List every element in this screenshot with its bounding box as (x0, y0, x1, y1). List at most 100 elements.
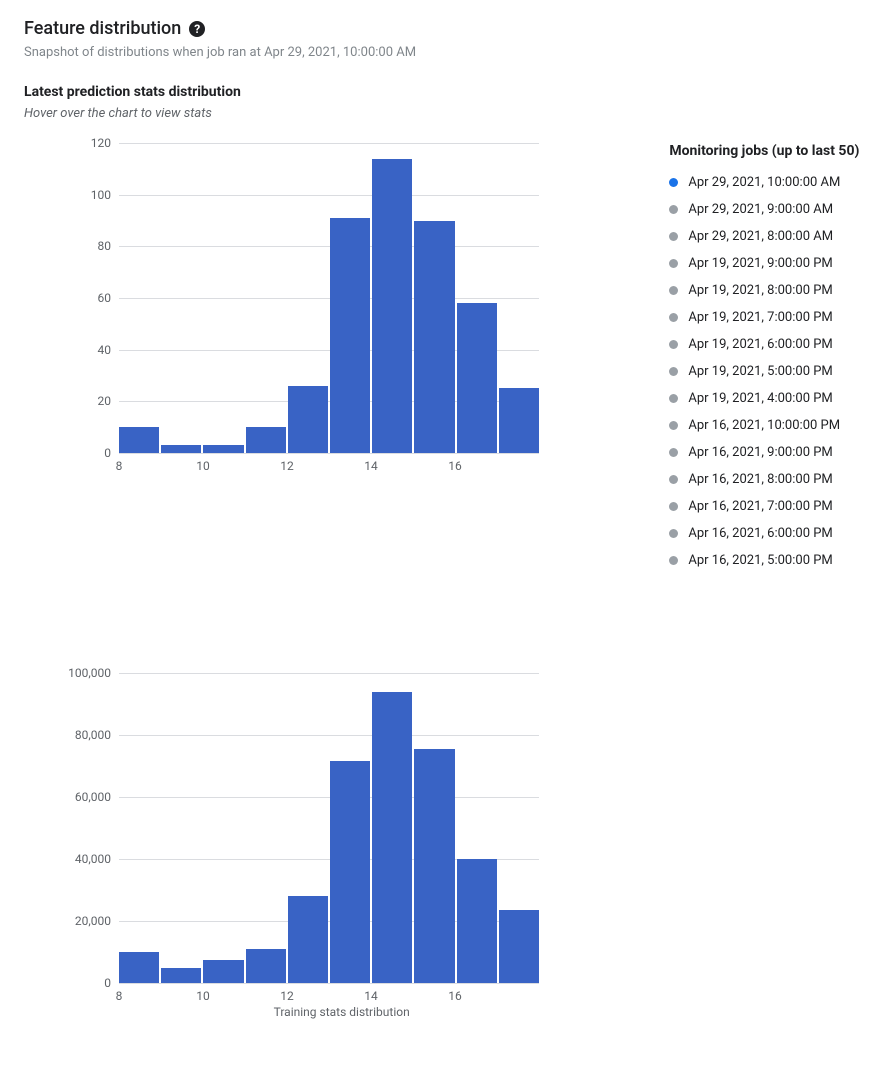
bar[interactable] (372, 159, 412, 454)
monitoring-job-label: Apr 19, 2021, 5:00:00 PM (688, 364, 832, 379)
gridline (119, 983, 539, 984)
x-tick-label: 16 (448, 453, 462, 473)
x-tick-label: 12 (280, 983, 294, 1003)
y-tick-label: 20,000 (75, 914, 119, 928)
bar[interactable] (246, 427, 286, 453)
monitoring-job-item[interactable]: Apr 19, 2021, 8:00:00 PM (669, 277, 872, 304)
training-chart-xlabel: Training stats distribution (119, 1005, 564, 1019)
monitoring-job-label: Apr 16, 2021, 10:00:00 PM (688, 418, 840, 433)
monitoring-job-item[interactable]: Apr 16, 2021, 9:00:00 PM (669, 439, 872, 466)
monitoring-job-label: Apr 29, 2021, 10:00:00 AM (688, 175, 840, 190)
training-stats-chart[interactable]: 020,00040,00060,00080,000100,00081012141… (119, 673, 564, 1019)
y-tick-label: 60 (98, 291, 120, 305)
monitoring-job-item[interactable]: Apr 16, 2021, 5:00:00 PM (669, 547, 872, 574)
monitoring-job-item[interactable]: Apr 16, 2021, 7:00:00 PM (669, 493, 872, 520)
y-tick-label: 100 (91, 188, 119, 202)
job-dot-icon (669, 448, 678, 457)
bars (119, 143, 539, 453)
monitoring-job-label: Apr 19, 2021, 6:00:00 PM (688, 337, 832, 352)
gridline (119, 453, 539, 454)
monitoring-job-label: Apr 16, 2021, 5:00:00 PM (688, 553, 832, 568)
monitoring-job-item[interactable]: Apr 19, 2021, 6:00:00 PM (669, 331, 872, 358)
x-tick-label: 8 (116, 453, 123, 473)
job-dot-icon (669, 529, 678, 538)
bar[interactable] (499, 910, 539, 983)
job-dot-icon (669, 421, 678, 430)
monitoring-jobs-title: Monitoring jobs (up to last 50) (669, 143, 872, 159)
bar[interactable] (288, 896, 328, 983)
bar[interactable] (203, 445, 243, 453)
monitoring-job-label: Apr 19, 2021, 9:00:00 PM (688, 256, 832, 271)
x-tick-label: 14 (364, 453, 378, 473)
bar[interactable] (119, 952, 159, 983)
y-tick-label: 80,000 (75, 728, 119, 742)
job-dot-icon (669, 313, 678, 322)
monitoring-job-label: Apr 19, 2021, 7:00:00 PM (688, 310, 832, 325)
section-title: Latest prediction stats distribution (24, 84, 872, 100)
monitoring-job-item[interactable]: Apr 19, 2021, 7:00:00 PM (669, 304, 872, 331)
section-hint: Hover over the chart to view stats (24, 106, 872, 121)
bar[interactable] (330, 761, 370, 983)
monitoring-job-label: Apr 19, 2021, 4:00:00 PM (688, 391, 832, 406)
bar[interactable] (203, 960, 243, 983)
help-icon[interactable]: ? (189, 21, 205, 37)
y-tick-label: 40,000 (75, 852, 119, 866)
job-dot-icon (669, 475, 678, 484)
page-subtitle: Snapshot of distributions when job ran a… (24, 45, 872, 60)
monitoring-job-label: Apr 19, 2021, 8:00:00 PM (688, 283, 832, 298)
x-tick-label: 10 (196, 453, 210, 473)
bar[interactable] (288, 386, 328, 453)
prediction-stats-chart[interactable]: 020406080100120810121416 (119, 143, 564, 453)
y-tick-label: 80 (98, 239, 120, 253)
bar[interactable] (246, 949, 286, 983)
job-dot-icon (669, 367, 678, 376)
monitoring-job-item[interactable]: Apr 16, 2021, 6:00:00 PM (669, 520, 872, 547)
x-tick-label: 16 (448, 983, 462, 1003)
job-dot-icon (669, 259, 678, 268)
bar[interactable] (414, 749, 454, 983)
x-tick-label: 10 (196, 983, 210, 1003)
monitoring-jobs-list: Apr 29, 2021, 10:00:00 AM Apr 29, 2021, 9… (669, 169, 872, 574)
job-dot-icon (669, 340, 678, 349)
y-tick-label: 60,000 (75, 790, 119, 804)
monitoring-job-label: Apr 16, 2021, 9:00:00 PM (688, 445, 832, 460)
bar[interactable] (414, 221, 454, 454)
monitoring-job-item[interactable]: Apr 19, 2021, 5:00:00 PM (669, 358, 872, 385)
job-dot-icon (669, 232, 678, 241)
y-tick-label: 20 (98, 394, 120, 408)
x-tick-label: 8 (116, 983, 123, 1003)
monitoring-job-label: Apr 16, 2021, 7:00:00 PM (688, 499, 832, 514)
bar[interactable] (161, 445, 201, 453)
bar[interactable] (499, 388, 539, 453)
monitoring-job-item[interactable]: Apr 16, 2021, 8:00:00 PM (669, 466, 872, 493)
y-tick-label: 120 (91, 136, 119, 150)
y-tick-label: 100,000 (68, 666, 119, 680)
monitoring-job-label: Apr 29, 2021, 9:00:00 AM (688, 202, 833, 217)
monitoring-job-label: Apr 16, 2021, 6:00:00 PM (688, 526, 832, 541)
monitoring-job-item[interactable]: Apr 29, 2021, 10:00:00 AM (669, 169, 872, 196)
monitoring-job-item[interactable]: Apr 29, 2021, 8:00:00 AM (669, 223, 872, 250)
monitoring-job-item[interactable]: Apr 19, 2021, 9:00:00 PM (669, 250, 872, 277)
job-dot-icon (669, 205, 678, 214)
monitoring-job-label: Apr 16, 2021, 8:00:00 PM (688, 472, 832, 487)
monitoring-job-item[interactable]: Apr 16, 2021, 10:00:00 PM (669, 412, 872, 439)
monitoring-job-item[interactable]: Apr 29, 2021, 9:00:00 AM (669, 196, 872, 223)
bars (119, 673, 539, 983)
job-dot-icon (669, 556, 678, 565)
bar[interactable] (372, 692, 412, 983)
job-dot-icon (669, 394, 678, 403)
monitoring-job-label: Apr 29, 2021, 8:00:00 AM (688, 229, 833, 244)
bar[interactable] (330, 218, 370, 453)
bar[interactable] (457, 859, 497, 983)
y-tick-label: 40 (98, 343, 120, 357)
bar[interactable] (119, 427, 159, 453)
job-dot-icon (669, 286, 678, 295)
bar[interactable] (457, 303, 497, 453)
x-tick-label: 14 (364, 983, 378, 1003)
job-dot-icon (669, 178, 678, 187)
x-tick-label: 12 (280, 453, 294, 473)
page-title: Feature distribution (24, 18, 181, 39)
bar[interactable] (161, 968, 201, 984)
job-dot-icon (669, 502, 678, 511)
monitoring-job-item[interactable]: Apr 19, 2021, 4:00:00 PM (669, 385, 872, 412)
